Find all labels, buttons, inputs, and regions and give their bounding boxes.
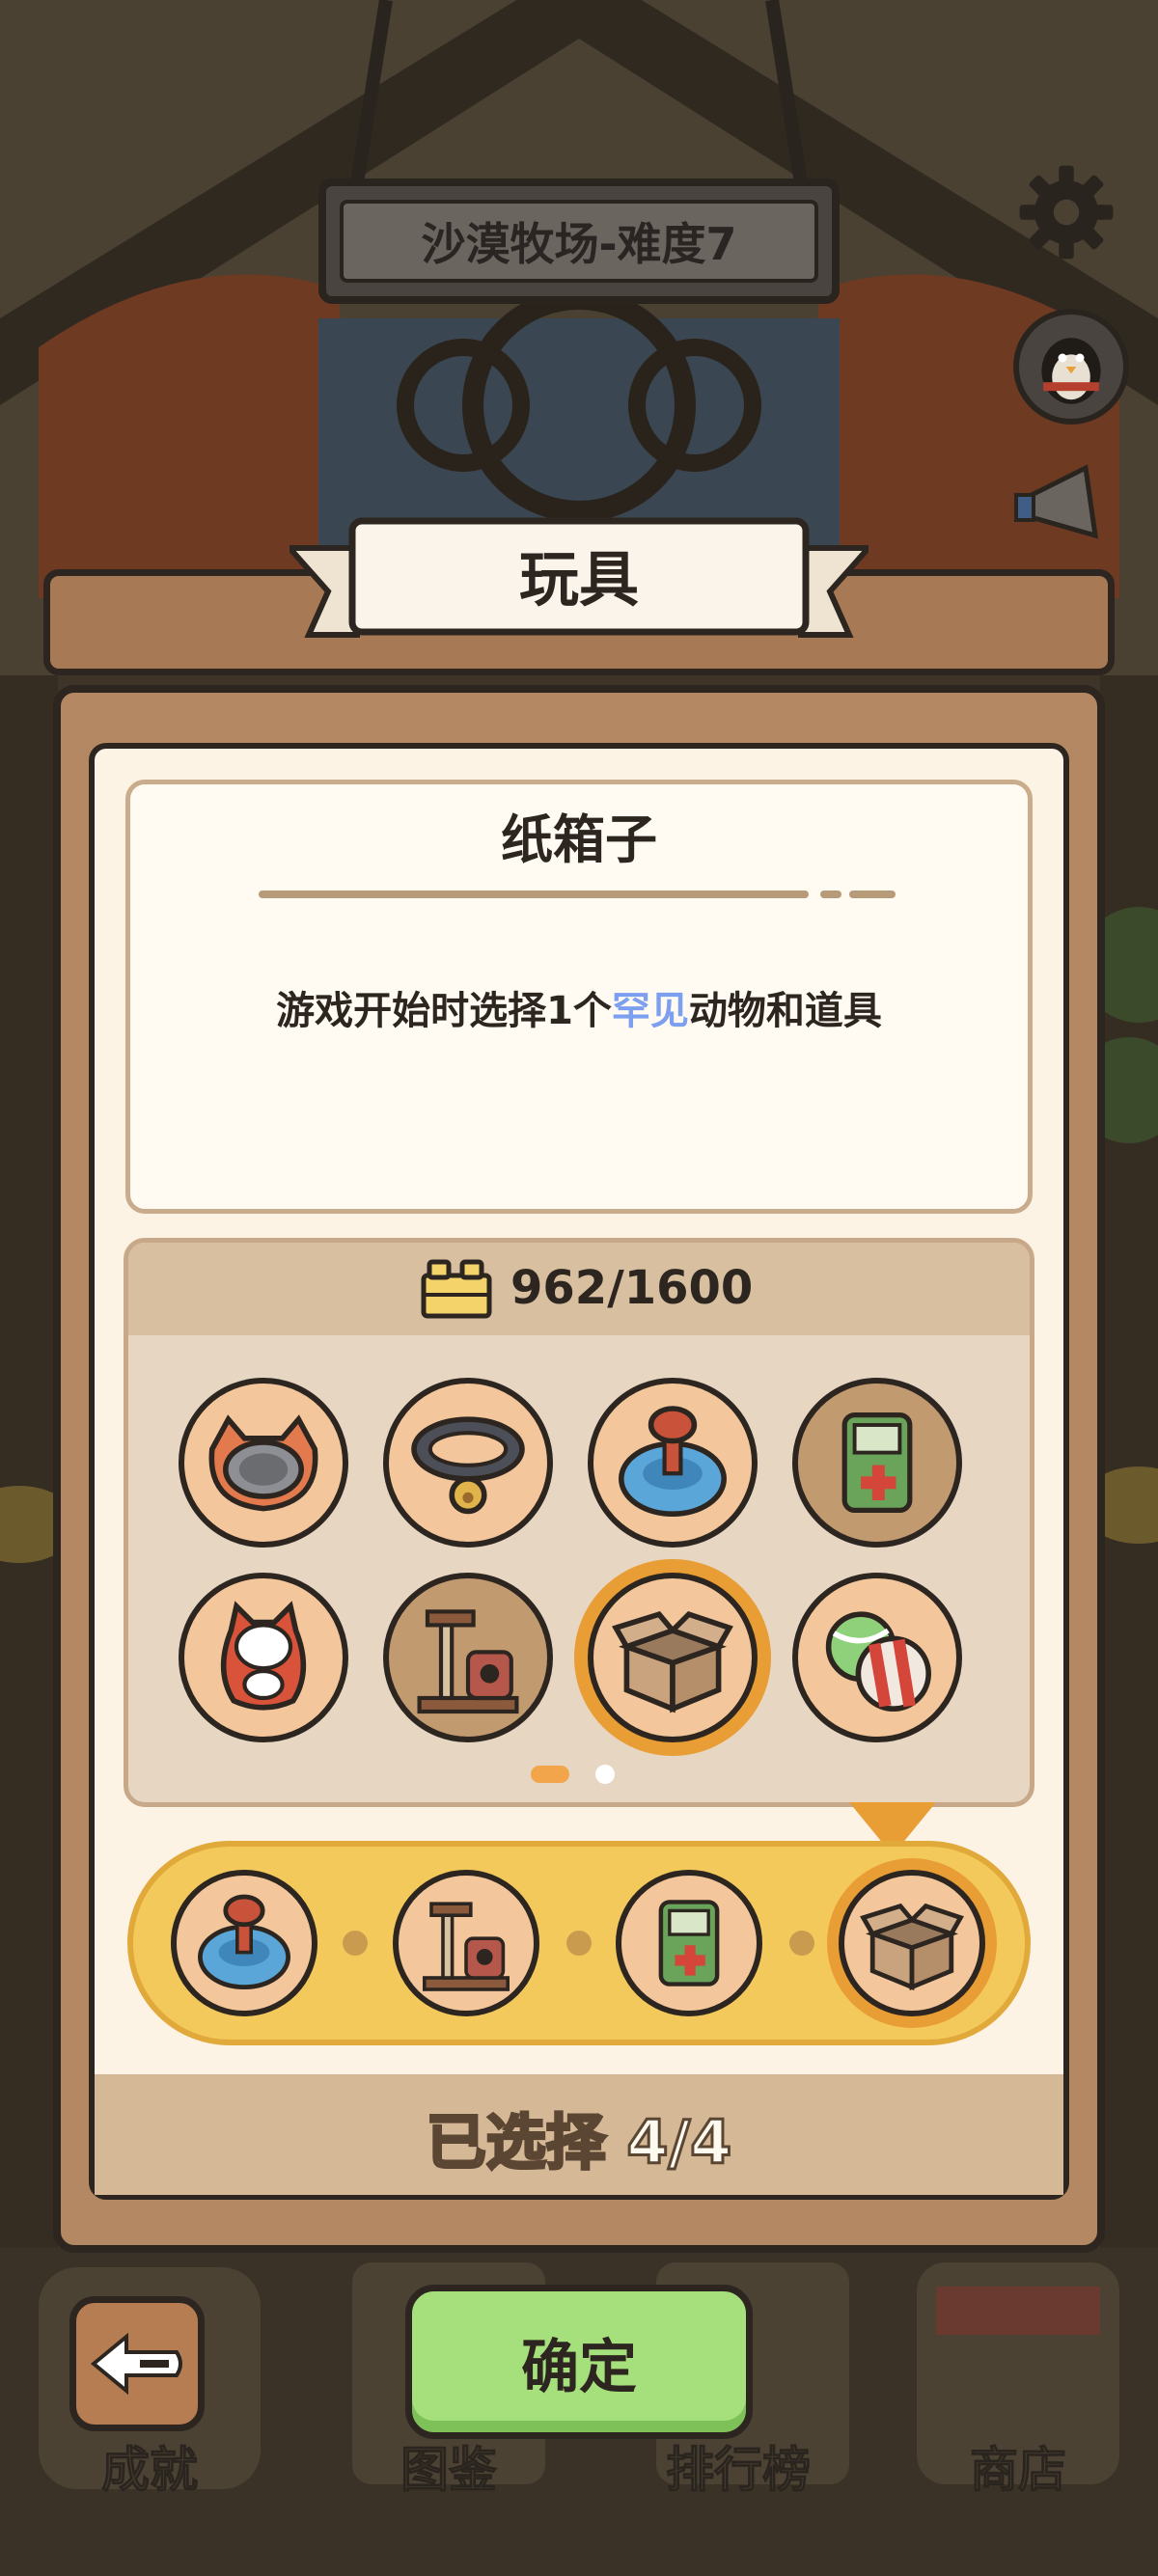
spinner-toy-icon (619, 1406, 727, 1517)
chosen-slot-2[interactable] (393, 1870, 539, 2016)
toy-slot-pet-bowl[interactable] (179, 1378, 348, 1548)
rarity-highlight: 罕见 (611, 989, 689, 1033)
item-description: 游戏开始时选择1个罕见动物和道具 (276, 989, 882, 1033)
selected-count: 已选择 4/4 (425, 2106, 733, 2179)
toy-slot-balls[interactable] (792, 1573, 962, 1742)
chosen-slot-3[interactable] (616, 1870, 762, 2016)
item-name: 纸箱子 (501, 808, 657, 870)
toy-slot-cat-tree[interactable] (383, 1573, 553, 1742)
currency-count: 962/1600 (510, 1261, 754, 1315)
title-divider (259, 891, 896, 898)
collar-icon (411, 1416, 525, 1515)
settings-button[interactable] (1008, 154, 1124, 270)
currency-counter: 962/1600 (420, 1254, 767, 1322)
balls-icon (825, 1611, 931, 1712)
nav-collection[interactable]: 图鉴 (343, 2431, 555, 2501)
penguin-avatar-button[interactable] (1013, 309, 1129, 425)
megaphone-icon (1014, 464, 1099, 539)
back-arrow-icon (90, 2332, 182, 2396)
chosen-slot-1[interactable] (171, 1870, 317, 2016)
toy-slot-cat-tumbler[interactable] (179, 1573, 348, 1742)
chosen-slot-4[interactable] (839, 1870, 985, 2016)
toy-slot-game-console[interactable] (792, 1378, 962, 1548)
nav-achievements[interactable]: 成就 (43, 2431, 256, 2501)
nav-shop[interactable]: 商店 (912, 2431, 1124, 2501)
page-dot[interactable] (595, 1765, 615, 1784)
confirm-button[interactable]: 确定 (405, 2285, 753, 2439)
lego-brick-icon (421, 1259, 492, 1319)
chosen-connector (343, 1931, 368, 1956)
game-console-icon (658, 1900, 720, 1987)
nav-leaderboard[interactable]: 排行榜 (632, 2431, 844, 2501)
gear-icon (1019, 165, 1114, 260)
back-button[interactable] (69, 2296, 205, 2431)
page-dot-active[interactable] (531, 1766, 569, 1783)
penguin-icon (1041, 338, 1101, 404)
megaphone-button[interactable] (1004, 453, 1129, 560)
cardboard-box-icon (860, 1903, 964, 1991)
toy-slot-collar[interactable] (383, 1378, 553, 1548)
toy-slot-cardboard-box[interactable] (588, 1573, 758, 1742)
level-sign: 沙漠牧场-难度7 (318, 178, 840, 304)
game-console-icon (841, 1412, 913, 1513)
cat-tumbler-icon (220, 1601, 307, 1711)
chosen-connector (789, 1931, 814, 1956)
pet-bowl-icon (208, 1414, 318, 1512)
panel-title: 玩具 (518, 544, 639, 615)
chosen-connector (566, 1931, 592, 1956)
cat-tree-icon (417, 1609, 519, 1714)
level-title: 沙漠牧场-难度7 (340, 200, 818, 283)
cat-tree-icon (423, 1902, 510, 1991)
spinner-toy-icon (198, 1894, 290, 1989)
toy-slot-spinner-toy[interactable] (588, 1378, 758, 1548)
cardboard-box-icon (612, 1610, 733, 1713)
